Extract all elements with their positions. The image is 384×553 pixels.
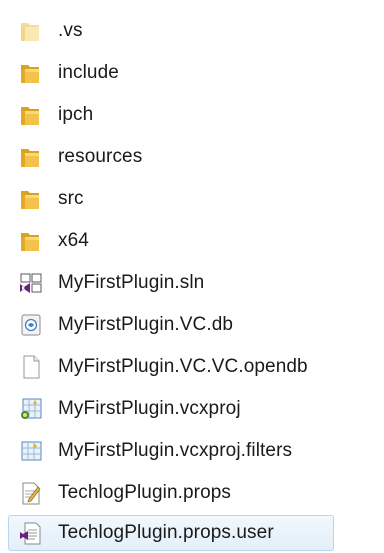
props-user-file-icon — [18, 520, 44, 546]
file-item-vcxproj[interactable]: MyFirstPlugin.vcxproj — [8, 391, 254, 427]
file-item-ipch[interactable]: ipch — [8, 97, 106, 133]
folder-icon — [18, 144, 44, 170]
props-file-icon — [18, 480, 44, 506]
file-item-vs[interactable]: .vs — [8, 13, 96, 49]
visual-studio-solution-icon — [18, 270, 44, 296]
vcxproj-file-icon — [18, 396, 44, 422]
file-item-vc-db[interactable]: MyFirstPlugin.VC.db — [8, 307, 246, 343]
folder-icon — [18, 186, 44, 212]
file-item-resources[interactable]: resources — [8, 139, 155, 175]
file-list: .vs include ipch resources src x64 MyFir… — [0, 0, 384, 553]
blank-file-icon — [18, 354, 44, 380]
file-item-props-user[interactable]: TechlogPlugin.props.user — [8, 515, 334, 551]
file-item-include[interactable]: include — [8, 55, 132, 91]
file-item-props[interactable]: TechlogPlugin.props — [8, 475, 244, 511]
file-item-sln[interactable]: MyFirstPlugin.sln — [8, 265, 217, 301]
file-item-src[interactable]: src — [8, 181, 97, 217]
file-item-opendb[interactable]: MyFirstPlugin.VC.VC.opendb — [8, 349, 321, 385]
folder-faded-icon — [18, 18, 44, 44]
database-file-icon — [18, 312, 44, 338]
file-item-x64[interactable]: x64 — [8, 223, 102, 259]
folder-icon — [18, 102, 44, 128]
folder-icon — [18, 60, 44, 86]
file-item-vcxproj-filters[interactable]: MyFirstPlugin.vcxproj.filters — [8, 433, 305, 469]
folder-icon — [18, 228, 44, 254]
vcxproj-filters-file-icon — [18, 438, 44, 464]
